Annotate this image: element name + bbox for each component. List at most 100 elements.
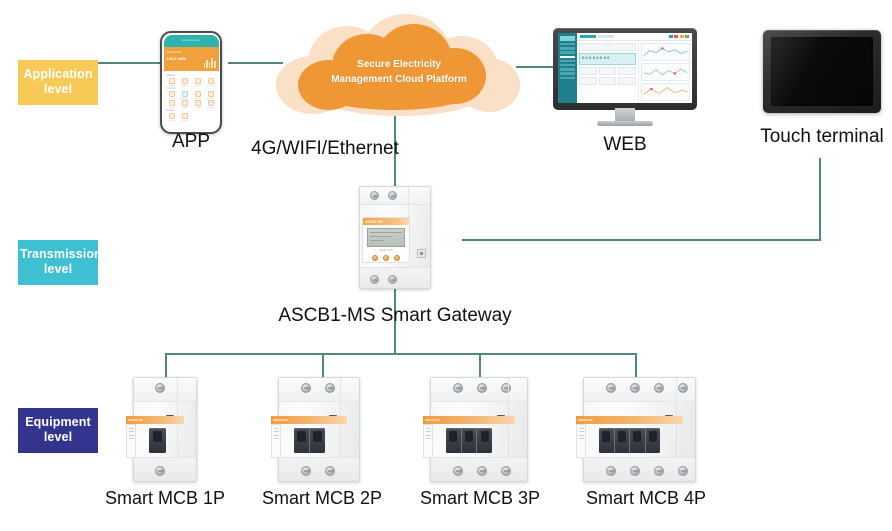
mcb-label-text: ASCB1-63 (273, 418, 288, 422)
connector-equipment-bus (165, 353, 636, 355)
mcb-pole (599, 428, 615, 453)
gateway-device[interactable]: ASCB1-MS Smart IoT (359, 186, 431, 289)
web-sidebar-item[interactable] (560, 59, 575, 63)
terminal-screen-glare (771, 37, 823, 106)
caption-mcb-2p: Smart MCB 2P (261, 488, 383, 508)
connector-bus-drop-4p (635, 353, 637, 377)
mcb-rating-label: ASCB1-63 (423, 416, 515, 424)
caption-app: APP (171, 131, 211, 152)
phone-grid-item[interactable] (179, 113, 191, 122)
phone-grid-item[interactable] (179, 78, 191, 86)
web-chart-2-svg (643, 68, 688, 76)
app-phone-screen: Smart Energy Total power 128.6 kWh Monit… (163, 34, 219, 131)
phone-grid-item[interactable] (166, 78, 178, 86)
mcb-rating-label: ASCB1-63 (576, 416, 683, 424)
terminal-screw (678, 383, 688, 393)
mcb-4p-device[interactable]: ASCB1-63 (576, 377, 696, 482)
mcb-toggle-lever[interactable] (294, 428, 325, 453)
web-monitor-device[interactable]: 0.0 0.0 0.0 0.0 (553, 28, 697, 128)
web-sidebar-item[interactable] (560, 43, 575, 46)
web-sidebar-item-active[interactable] (560, 55, 575, 58)
gateway-button[interactable] (372, 254, 378, 261)
gateway-button[interactable] (383, 254, 389, 261)
mcb-2p-device[interactable]: ASCB1-63 (271, 377, 360, 482)
phone-grid-item[interactable] (192, 78, 204, 86)
cloud-label-line2: Management Cloud Platform (331, 73, 467, 85)
web-chart-1-svg (643, 47, 688, 56)
mcb-toggle-lever[interactable] (599, 428, 660, 453)
web-data-cell (598, 77, 617, 85)
connector-bus-drop-3p (479, 353, 481, 377)
web-toolbar (577, 33, 692, 41)
mcb-1p-device[interactable]: ASCB1-63 (126, 377, 197, 482)
mcb-bottom-terminals (453, 466, 511, 476)
app-phone-device[interactable]: Smart Energy Total power 128.6 kWh Monit… (160, 31, 222, 134)
mcb-3p-device[interactable]: ASCB1-63 (423, 377, 528, 482)
phone-grid-item[interactable] (166, 91, 178, 100)
web-sidebar-item[interactable] (560, 72, 575, 75)
gateway-communication-port (417, 249, 426, 258)
phone-grid-item[interactable] (205, 91, 217, 100)
web-data-row (579, 43, 637, 51)
mcb-pole (294, 428, 310, 453)
web-logo (560, 36, 575, 41)
web-sidebar-item[interactable] (560, 47, 575, 50)
web-data-row (579, 77, 637, 85)
connector-badge-to-app (98, 62, 160, 64)
touch-terminal-device[interactable] (763, 30, 881, 113)
terminal-screw (678, 466, 688, 476)
monitor-stand-neck (615, 108, 635, 122)
mcb-rating-label: ASCB1-63 (271, 416, 347, 424)
phone-grid-item[interactable] (166, 100, 178, 108)
gateway-bottom-terminals (370, 275, 397, 284)
level-badge-application: Application level (18, 60, 98, 105)
terminal-screw (325, 383, 335, 393)
phone-grid-item[interactable] (192, 100, 204, 108)
web-data-cell (579, 77, 597, 85)
phone-card-title: Total power (166, 49, 182, 54)
cloud-platform: Secure Electricity Management Cloud Plat… (276, 14, 522, 120)
gateway-lcd-label: Smart IoT (379, 249, 393, 252)
caption-gateway: ASCB1-MS Smart Gateway (278, 305, 512, 326)
web-sidebar-item[interactable] (560, 76, 575, 79)
terminal-screw (155, 466, 165, 476)
gateway-top-terminals (370, 191, 397, 200)
gateway-housing: ASCB1-MS Smart IoT (359, 186, 431, 289)
mcb-side-plate (271, 424, 281, 458)
web-line-chart-3 (641, 83, 690, 101)
web-chart-3-svg (643, 87, 688, 95)
gateway-button-row (363, 254, 409, 261)
web-toolbar-active-tab[interactable] (580, 34, 596, 39)
phone-grid-item[interactable] (205, 100, 217, 108)
connector-bus-drop-2p (322, 353, 324, 377)
web-sidebar-item[interactable] (560, 68, 575, 71)
gateway-lcd-display (367, 228, 405, 247)
mcb-bottom-terminals (606, 466, 688, 476)
caption-web: WEB (603, 134, 647, 155)
phone-card-chart (203, 57, 216, 68)
web-sidebar-item[interactable] (560, 51, 575, 54)
terminal-screen[interactable] (771, 37, 873, 106)
mcb-toggle-lever[interactable] (149, 428, 166, 453)
web-toolbar-field[interactable] (598, 34, 614, 39)
phone-grid-item[interactable] (179, 91, 191, 100)
terminal-screw (606, 383, 616, 393)
caption-touch-terminal: Touch terminal (760, 126, 884, 147)
web-line-chart-1 (641, 43, 690, 61)
terminal-screw (501, 383, 511, 393)
web-logo-colors (668, 34, 689, 39)
web-meter-value: 0.0 0.0 0.0 0.0 (582, 56, 610, 60)
web-sidebar-item[interactable] (560, 63, 575, 67)
terminal-screw (370, 191, 379, 200)
phone-grid-item[interactable] (192, 91, 204, 100)
phone-grid-item[interactable] (205, 78, 217, 86)
phone-grid-item[interactable] (179, 100, 191, 108)
phone-grid-item[interactable] (166, 113, 178, 122)
gateway-button[interactable] (394, 254, 400, 261)
terminal-screw (501, 466, 511, 476)
mcb-toggle-lever[interactable] (446, 428, 492, 453)
transmission-link-label: 4G/WIFI/Ethernet (251, 138, 399, 159)
terminal-screw (606, 466, 616, 476)
terminal-screw (388, 275, 397, 284)
caption-mcb-1p: Smart MCB 1P (104, 488, 226, 508)
